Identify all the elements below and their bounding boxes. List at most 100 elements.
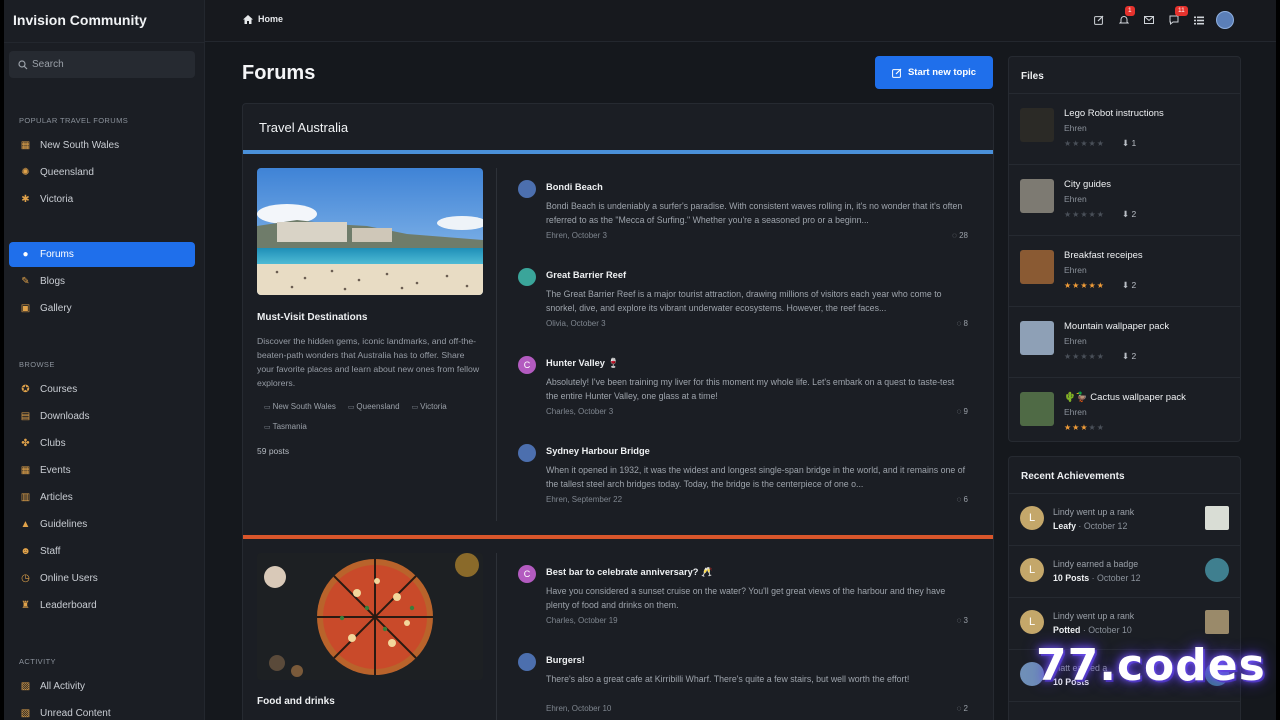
pizza-image[interactable] <box>257 553 483 680</box>
avatar[interactable] <box>518 180 536 198</box>
subforum-link[interactable]: Victoria <box>412 397 447 417</box>
sidebar-item-label: Guidelines <box>40 519 88 530</box>
file-item[interactable]: City guides Ehren ★★★★★ ⬇ 2 <box>1009 165 1240 236</box>
topic-title[interactable]: Burgers! <box>546 655 585 665</box>
achievement-date: October 12 <box>1083 521 1128 531</box>
category-title[interactable]: Food and drinks <box>257 696 335 707</box>
file-name[interactable]: Lego Robot instructions <box>1064 108 1164 119</box>
avatar[interactable] <box>518 653 536 671</box>
search-placeholder: Search <box>32 59 64 70</box>
topic-title[interactable]: Sydney Harbour Bridge <box>546 446 650 456</box>
warning-icon: ▲ <box>20 518 31 530</box>
file-thumbnail[interactable] <box>1020 179 1054 213</box>
sidebar-item-new-south-wales[interactable]: ▦ New South Wales <box>9 133 195 158</box>
star-icon: ★ <box>1088 281 1097 290</box>
sidebar-item-label: Downloads <box>40 411 90 422</box>
file-thumbnail[interactable] <box>1020 392 1054 426</box>
star-icon: ★ <box>1064 423 1073 432</box>
file-item[interactable]: Lego Robot instructions Ehren ★★★★★ ⬇ 1 <box>1009 94 1240 165</box>
sidebar-item-clubs[interactable]: ✤ Clubs <box>9 431 195 456</box>
subforum-link[interactable]: Tasmania <box>264 417 307 437</box>
compose-icon <box>892 68 902 78</box>
topic-title[interactable]: Hunter Valley 🍷 <box>546 358 619 369</box>
star-icon: ★ <box>1096 352 1105 361</box>
sidebar-item-guidelines[interactable]: ▲ Guidelines <box>9 512 195 537</box>
avatar[interactable]: C <box>518 565 536 583</box>
avatar[interactable] <box>518 268 536 286</box>
list-icon[interactable] <box>1192 13 1206 27</box>
achievement-title[interactable]: 10 Posts <box>1053 573 1089 583</box>
breadcrumb[interactable]: Home <box>243 14 283 24</box>
file-name[interactable]: Breakfast receipes <box>1064 250 1143 261</box>
sidebar-item-unread-content[interactable]: ▧ Unread Content <box>9 701 195 720</box>
sidebar-item-courses[interactable]: ✪ Courses <box>9 377 195 402</box>
file-thumbnail[interactable] <box>1020 250 1054 284</box>
subforum-link[interactable]: Queensland <box>348 397 399 417</box>
topic-title[interactable]: Great Barrier Reef <box>546 270 626 280</box>
topic-title[interactable]: Best bar to celebrate anniversary? 🥂 <box>546 567 713 578</box>
avatar[interactable] <box>518 444 536 462</box>
sidebar: Invision Community Search POPULAR TRAVEL… <box>4 0 205 720</box>
mail-icon[interactable] <box>1142 13 1156 27</box>
reply-count-value: 8 <box>963 319 968 328</box>
sidebar-item-articles[interactable]: ▥ Articles <box>9 485 195 510</box>
forum-group-title[interactable]: Travel Australia <box>243 104 993 152</box>
sidebar-item-downloads[interactable]: ▤ Downloads <box>9 404 195 429</box>
sidebar-item-label: Forums <box>40 249 74 260</box>
reply-count-value: 28 <box>959 231 968 240</box>
subforum-link[interactable]: New South Wales <box>264 397 336 417</box>
file-thumbnail[interactable] <box>1020 108 1054 142</box>
messages-icon[interactable]: 11 <box>1167 6 1188 27</box>
notifications-icon[interactable]: 1 <box>1117 6 1135 27</box>
file-name[interactable]: 🌵🦆 Cactus wallpaper pack <box>1064 392 1186 403</box>
topic-snippet: There's also a great cafe at Kirribilli … <box>546 674 910 684</box>
file-item[interactable]: Mountain wallpaper pack Ehren ★★★★★ ⬇ 2 <box>1009 307 1240 378</box>
category-title[interactable]: Must-Visit Destinations <box>257 312 367 323</box>
file-thumbnail[interactable] <box>1020 321 1054 355</box>
posts-count: 59 posts <box>257 446 290 456</box>
compose-icon[interactable] <box>1092 13 1106 27</box>
sidebar-item-queensland[interactable]: ✺ Queensland <box>9 160 195 185</box>
topic-item: C Hunter Valley 🍷 Absolutely! I've been tr… <box>518 356 968 426</box>
brand-title[interactable]: Invision Community <box>13 12 147 28</box>
download-count-value: 2 <box>1131 351 1137 361</box>
section-browse: BROWSE <box>19 360 55 369</box>
sidebar-item-blogs[interactable]: ✎ Blogs <box>9 269 195 294</box>
avatar[interactable]: L <box>1020 610 1044 634</box>
divider <box>1009 701 1240 702</box>
sidebar-item-victoria[interactable]: ✱ Victoria <box>9 187 195 212</box>
user-avatar[interactable] <box>1216 11 1234 29</box>
fireworks-icon: ✱ <box>21 193 30 205</box>
badge-icon[interactable] <box>1205 506 1229 530</box>
avatar[interactable]: L <box>1020 506 1044 530</box>
file-item[interactable]: 🌵🦆 Cactus wallpaper pack Ehren ★★★★★ <box>1009 378 1240 441</box>
sidebar-item-staff[interactable]: ☻ Staff <box>9 539 195 564</box>
search-input[interactable]: Search <box>9 51 195 78</box>
sidebar-item-online-users[interactable]: ◷ Online Users <box>9 566 195 591</box>
file-author: Ehren <box>1064 194 1087 204</box>
download-count-value: 2 <box>1131 280 1137 290</box>
sidebar-item-all-activity[interactable]: ▨ All Activity <box>9 674 195 699</box>
file-name[interactable]: City guides <box>1064 179 1111 190</box>
achievement-name: Potted · October 10 <box>1053 625 1132 635</box>
badge-icon[interactable] <box>1205 610 1229 634</box>
beach-image[interactable] <box>257 168 483 295</box>
start-new-topic-button[interactable]: Start new topic <box>875 56 993 89</box>
achievement-title[interactable]: Potted <box>1053 625 1080 635</box>
sidebar-item-leaderboard[interactable]: ♜ Leaderboard <box>9 593 195 618</box>
sidebar-item-events[interactable]: ▦ Events <box>9 458 195 483</box>
file-name[interactable]: Mountain wallpaper pack <box>1064 321 1169 332</box>
sidebar-item-label: Queensland <box>40 167 94 178</box>
chat-icon: ● <box>22 248 29 260</box>
sidebar-item-label: Gallery <box>40 303 72 314</box>
topic-title[interactable]: Bondi Beach <box>546 182 603 192</box>
avatar[interactable]: C <box>518 356 536 374</box>
sidebar-item-forums[interactable]: ● Forums <box>9 242 195 267</box>
smiley-icon: ☻ <box>20 545 31 557</box>
avatar[interactable]: L <box>1020 558 1044 582</box>
badge-icon[interactable] <box>1205 558 1229 582</box>
topic-item: C Best bar to celebrate anniversary? 🥂 Hav… <box>518 565 968 635</box>
sidebar-item-gallery[interactable]: ▣ Gallery <box>9 296 195 321</box>
file-item[interactable]: Breakfast receipes Ehren ★★★★★ ⬇ 2 <box>1009 236 1240 307</box>
achievement-title[interactable]: Leafy <box>1053 521 1076 531</box>
